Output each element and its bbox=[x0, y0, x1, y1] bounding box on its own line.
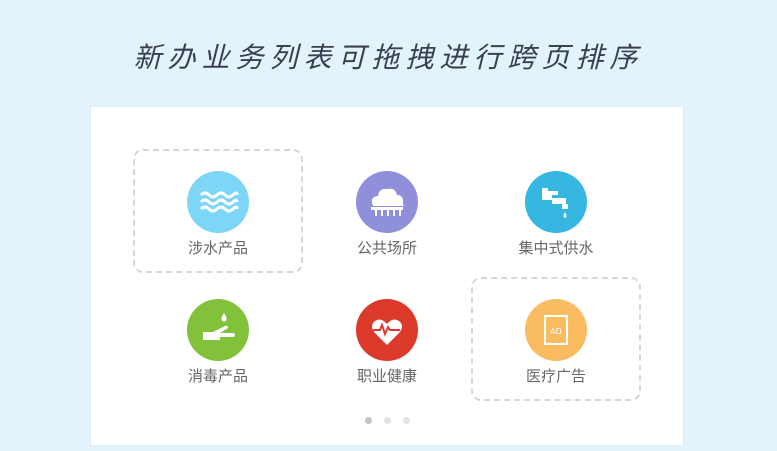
tile-public-places[interactable]: 公共场所 bbox=[302, 149, 472, 273]
page-dot-2[interactable] bbox=[383, 417, 391, 424]
tile-water-products[interactable]: 涉水产品 bbox=[133, 149, 303, 273]
tile-label: 涉水产品 bbox=[187, 239, 248, 257]
tile-label: 医疗广告 bbox=[525, 367, 586, 385]
tile-disinfection-products[interactable]: 消毒产品 bbox=[133, 277, 303, 401]
tile-label: 职业健康 bbox=[356, 367, 417, 385]
heartbeat-icon bbox=[356, 299, 418, 361]
svg-text:AD: AD bbox=[550, 327, 562, 336]
tile-label: 消毒产品 bbox=[187, 367, 248, 385]
tile-label: 集中式供水 bbox=[518, 239, 594, 257]
tile-occupational-health[interactable]: 职业健康 bbox=[302, 277, 472, 401]
tile-medical-advertising[interactable]: AD 医疗广告 bbox=[471, 277, 641, 401]
tile-central-water-supply[interactable]: 集中式供水 bbox=[471, 149, 641, 273]
page-title: 新办业务列表可拖拽进行跨页排序 bbox=[133, 41, 644, 74]
hand-wash-icon bbox=[187, 299, 249, 361]
ad-document-icon: AD bbox=[525, 299, 587, 361]
tile-label: 公共场所 bbox=[356, 239, 417, 257]
public-building-icon bbox=[356, 171, 418, 233]
business-list-panel: 涉水产品 公共场所 集中式供水 消毒产品 职业健康 AD 医疗广告 bbox=[91, 107, 683, 445]
page-dot-3[interactable] bbox=[402, 417, 410, 424]
page-dot-1[interactable] bbox=[364, 417, 372, 424]
water-faucet-icon bbox=[525, 171, 587, 233]
water-waves-icon bbox=[187, 171, 249, 233]
pagination-dots bbox=[91, 417, 683, 424]
